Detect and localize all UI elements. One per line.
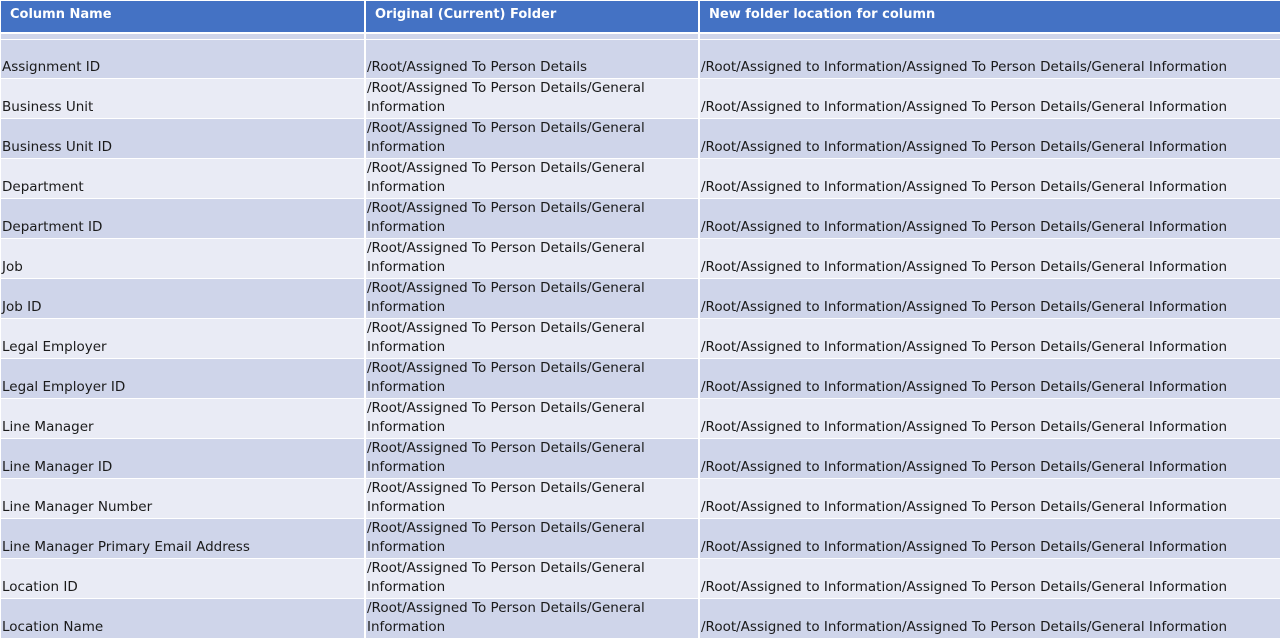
cell-original-folder: /Root/Assigned To Person Details/General… [365,238,700,279]
cell-new-folder: /Root/Assigned to Information/Assigned T… [699,438,1280,479]
cell-column-name: Legal Employer ID [1,358,366,399]
table-row: Business Unit/Root/Assigned To Person De… [1,78,1280,119]
table-body: Assignment ID/Root/Assigned To Person De… [1,33,1280,639]
cell-column-name: Job ID [1,278,366,319]
cell-column-name: Line Manager Primary Email Address [1,518,366,559]
cell-column-name: Job [1,238,366,279]
cell-original-folder: /Root/Assigned To Person Details/General… [365,318,700,359]
cell-new-folder: /Root/Assigned to Information/Assigned T… [699,558,1280,599]
table-row: Assignment ID/Root/Assigned To Person De… [1,39,1280,79]
table-header: Column Name Original (Current) Folder Ne… [1,1,1280,34]
header-new-folder: New folder location for column [699,1,1280,34]
table-row: Job ID/Root/Assigned To Person Details/G… [1,278,1280,319]
header-original-folder: Original (Current) Folder [365,1,700,34]
header-row: Column Name Original (Current) Folder Ne… [1,1,1280,34]
table-row: Location Name/Root/Assigned To Person De… [1,598,1280,639]
cell-new-folder: /Root/Assigned to Information/Assigned T… [699,39,1280,79]
table-row: Line Manager Primary Email Address/Root/… [1,518,1280,559]
cell-column-name: Line Manager ID [1,438,366,479]
cell-column-name: Location Name [1,598,366,639]
cell-original-folder: /Root/Assigned To Person Details/General… [365,198,700,239]
cell-new-folder: /Root/Assigned to Information/Assigned T… [699,478,1280,519]
cell-column-name: Location ID [1,558,366,599]
cell-original-folder: /Root/Assigned To Person Details [365,39,700,79]
cell-new-folder: /Root/Assigned to Information/Assigned T… [699,358,1280,399]
cell-column-name: Legal Employer [1,318,366,359]
cell-column-name: Line Manager [1,398,366,439]
cell-original-folder: /Root/Assigned To Person Details/General… [365,598,700,639]
table-row: Legal Employer ID/Root/Assigned To Perso… [1,358,1280,399]
folder-mapping-table: Column Name Original (Current) Folder Ne… [1,1,1280,639]
cell-original-folder: /Root/Assigned To Person Details/General… [365,438,700,479]
cell-new-folder: /Root/Assigned to Information/Assigned T… [699,78,1280,119]
cell-original-folder: /Root/Assigned To Person Details/General… [365,158,700,199]
cell-new-folder: /Root/Assigned to Information/Assigned T… [699,158,1280,199]
cell-original-folder: /Root/Assigned To Person Details/General… [365,558,700,599]
cell-new-folder: /Root/Assigned to Information/Assigned T… [699,318,1280,359]
table-row: Department/Root/Assigned To Person Detai… [1,158,1280,199]
cell-new-folder: /Root/Assigned to Information/Assigned T… [699,278,1280,319]
cell-new-folder: /Root/Assigned to Information/Assigned T… [699,238,1280,279]
table-row: Business Unit ID/Root/Assigned To Person… [1,118,1280,159]
table-row: Job/Root/Assigned To Person Details/Gene… [1,238,1280,279]
cell-original-folder: /Root/Assigned To Person Details/General… [365,518,700,559]
cell-new-folder: /Root/Assigned to Information/Assigned T… [699,398,1280,439]
cell-original-folder: /Root/Assigned To Person Details/General… [365,118,700,159]
table-row: Legal Employer/Root/Assigned To Person D… [1,318,1280,359]
cell-new-folder: /Root/Assigned to Information/Assigned T… [699,518,1280,559]
cell-original-folder: /Root/Assigned To Person Details/General… [365,278,700,319]
header-column-name: Column Name [1,1,366,34]
cell-column-name: Assignment ID [1,39,366,79]
cell-column-name: Business Unit ID [1,118,366,159]
cell-new-folder: /Root/Assigned to Information/Assigned T… [699,598,1280,639]
table-row: Location ID/Root/Assigned To Person Deta… [1,558,1280,599]
cell-original-folder: /Root/Assigned To Person Details/General… [365,358,700,399]
cell-column-name: Department [1,158,366,199]
table-row: Line Manager ID/Root/Assigned To Person … [1,438,1280,479]
cell-original-folder: /Root/Assigned To Person Details/General… [365,78,700,119]
cell-column-name: Line Manager Number [1,478,366,519]
cell-new-folder: /Root/Assigned to Information/Assigned T… [699,198,1280,239]
table-row: Line Manager/Root/Assigned To Person Det… [1,398,1280,439]
table-row: Line Manager Number/Root/Assigned To Per… [1,478,1280,519]
cell-column-name: Department ID [1,198,366,239]
cell-column-name: Business Unit [1,78,366,119]
table-row: Department ID/Root/Assigned To Person De… [1,198,1280,239]
cell-new-folder: /Root/Assigned to Information/Assigned T… [699,118,1280,159]
cell-original-folder: /Root/Assigned To Person Details/General… [365,478,700,519]
cell-original-folder: /Root/Assigned To Person Details/General… [365,398,700,439]
